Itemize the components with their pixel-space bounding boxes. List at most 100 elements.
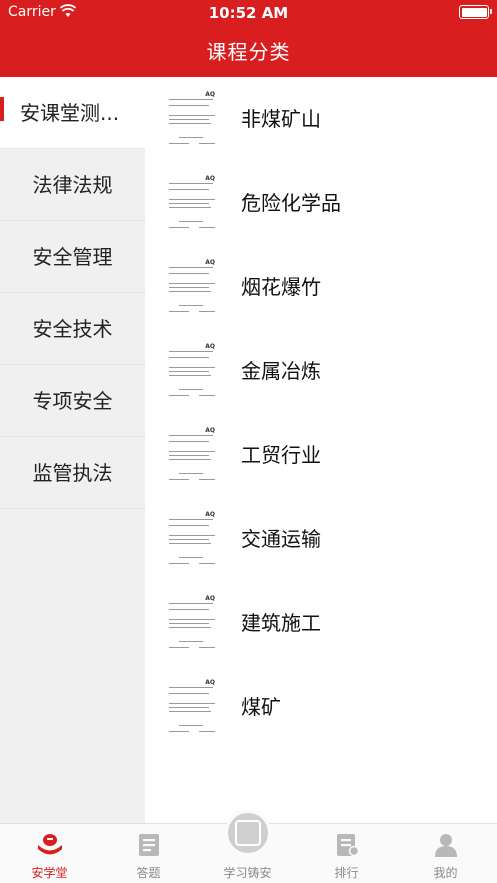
document-thumbnail: AQ (163, 677, 221, 737)
document-line (169, 647, 189, 648)
document-line (169, 375, 211, 376)
sidebar-item-3[interactable]: 安全技术 (0, 293, 145, 365)
thumbnail-mark: AQ (205, 343, 215, 350)
document-thumbnail: AQ (163, 341, 221, 401)
document-line (169, 199, 215, 200)
course-list: AQ 非煤矿山 AQ 危险化学品 AQ 烟花爆竹 AQ 金属冶炼 AQ 工贸行业… (145, 77, 497, 823)
sidebar-item-5[interactable]: 监管执法 (0, 437, 145, 509)
tab-label: 安学堂 (31, 866, 68, 880)
document-line (179, 137, 203, 138)
document-line (199, 311, 215, 312)
tab-ranking[interactable]: 排行 (297, 824, 396, 883)
ranking-icon (336, 834, 359, 857)
thumbnail-mark: AQ (205, 679, 215, 686)
tab-quiz[interactable]: 答题 (99, 824, 198, 883)
sidebar-item-label: 监管执法 (32, 461, 113, 485)
document-line (179, 557, 203, 558)
document-line (199, 395, 215, 396)
document-line (169, 395, 189, 396)
document-line (169, 563, 189, 564)
active-indicator (0, 97, 4, 121)
sidebar-item-label: 法律法规 (32, 173, 113, 197)
document-line (169, 119, 209, 120)
thumbnail-mark: AQ (205, 511, 215, 518)
list-item[interactable]: AQ 工贸行业 (145, 413, 497, 497)
sidebar-item-label: 安课堂测... (20, 101, 120, 125)
tab-home[interactable]: 安学堂 (0, 824, 99, 883)
tab-label: 学习铸安 (223, 866, 272, 880)
document-thumbnail: AQ (163, 425, 221, 485)
thumbnail-mark: AQ (205, 175, 215, 182)
document-line (169, 203, 209, 204)
tab-label: 排行 (334, 866, 359, 880)
document-line (169, 123, 211, 124)
document-line (169, 711, 211, 712)
document-line (169, 703, 215, 704)
tab-profile[interactable]: 我的 (396, 824, 495, 883)
sidebar-item-4[interactable]: 专项安全 (0, 365, 145, 437)
document-thumbnail: AQ (163, 593, 221, 653)
document-line (169, 623, 209, 624)
tab-label: 我的 (433, 866, 458, 880)
list-item[interactable]: AQ 交通运输 (145, 497, 497, 581)
document-line (169, 371, 209, 372)
document-line (169, 603, 213, 604)
document-line (169, 539, 209, 540)
document-line (169, 183, 213, 184)
home-hand-icon (37, 834, 62, 855)
document-line (169, 435, 213, 436)
list-item[interactable]: AQ 金属冶炼 (145, 329, 497, 413)
document-line (199, 479, 215, 480)
course-title: 工贸行业 (241, 443, 321, 467)
document-line (179, 221, 203, 222)
document-line (169, 105, 209, 106)
list-item[interactable]: AQ 危险化学品 (145, 161, 497, 245)
document-line (169, 451, 215, 452)
sidebar-item-1[interactable]: 法律法规 (0, 149, 145, 221)
course-title: 金属冶炼 (241, 359, 321, 383)
document-line (169, 619, 215, 620)
status-bar: Carrier 10:52 AM (0, 0, 497, 26)
document-line (169, 609, 209, 610)
quiz-icon (138, 834, 159, 856)
document-line (199, 563, 215, 564)
sidebar-item-0[interactable]: 安课堂测... (0, 77, 145, 149)
document-line (199, 731, 215, 732)
list-item[interactable]: AQ 非煤矿山 (145, 77, 497, 161)
tab-bar: 安学堂 答题 学习铸安 排行 我的 (0, 810, 497, 883)
list-item[interactable]: AQ 建筑施工 (145, 581, 497, 665)
document-line (169, 707, 209, 708)
document-thumbnail: AQ (163, 173, 221, 233)
tab-study[interactable]: 学习铸安 (198, 810, 297, 883)
document-line (169, 543, 211, 544)
sidebar-item-label: 安全管理 (32, 245, 113, 269)
document-line (169, 357, 209, 358)
document-line (169, 519, 213, 520)
document-line (169, 351, 213, 352)
document-line (169, 731, 189, 732)
profile-icon (434, 834, 457, 857)
document-line (169, 267, 213, 268)
thumbnail-mark: AQ (205, 259, 215, 266)
document-line (169, 143, 189, 144)
sidebar-item-2[interactable]: 安全管理 (0, 221, 145, 293)
course-title: 烟花爆竹 (241, 275, 321, 299)
category-sidebar: 安课堂测... 法律法规 安全管理 安全技术 专项安全 监管执法 (0, 77, 145, 823)
battery-icon (459, 5, 492, 19)
document-line (179, 641, 203, 642)
top-bar: Carrier 10:52 AM 课程分类 (0, 0, 497, 77)
document-line (169, 479, 189, 480)
course-title: 交通运输 (241, 527, 321, 551)
document-line (169, 693, 209, 694)
list-item[interactable]: AQ 煤矿 (145, 665, 497, 749)
sidebar-item-label: 安全技术 (32, 317, 113, 341)
document-line (169, 455, 209, 456)
document-line (169, 687, 213, 688)
clock: 10:52 AM (208, 4, 289, 22)
document-line (169, 459, 211, 460)
document-line (169, 525, 209, 526)
document-line (169, 227, 189, 228)
document-line (179, 389, 203, 390)
list-item[interactable]: AQ 烟花爆竹 (145, 245, 497, 329)
document-line (169, 311, 189, 312)
